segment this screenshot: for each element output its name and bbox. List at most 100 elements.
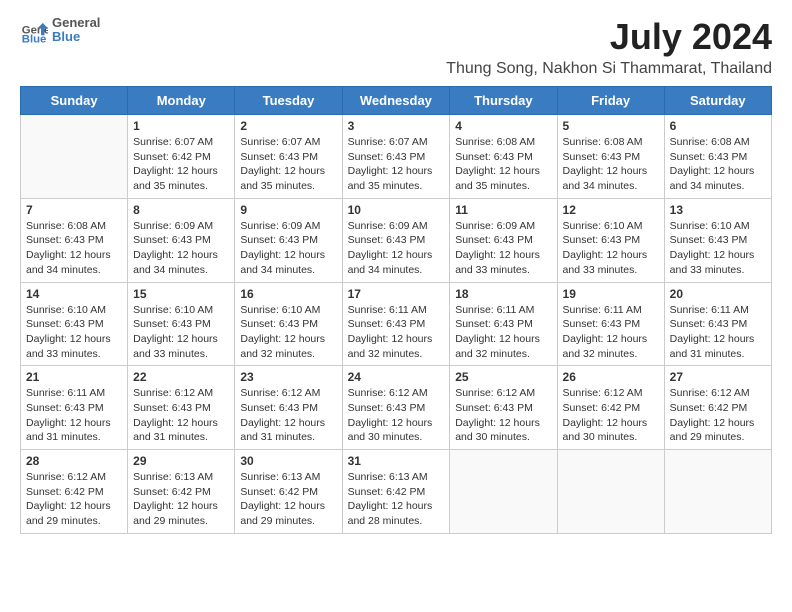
day-number: 3 bbox=[348, 119, 445, 133]
calendar-cell: 16Sunrise: 6:10 AMSunset: 6:43 PMDayligh… bbox=[235, 282, 342, 366]
day-info: Sunrise: 6:10 AMSunset: 6:43 PMDaylight:… bbox=[563, 219, 659, 278]
calendar-cell: 17 Sunrise: 6:11 AMSunset: 6:43 PMDayligh… bbox=[342, 282, 450, 366]
calendar-cell: 29 Sunrise: 6:13 AMSunset: 6:42 PMDayligh… bbox=[128, 450, 235, 534]
day-number: 23 bbox=[240, 370, 336, 384]
calendar-week-row: 14Sunrise: 6:10 AMSunset: 6:43 PMDayligh… bbox=[21, 282, 772, 366]
calendar-cell: 19 Sunrise: 6:11 AMSunset: 6:43 PMDayligh… bbox=[557, 282, 664, 366]
day-number: 2 bbox=[240, 119, 336, 133]
day-number: 13 bbox=[670, 203, 766, 217]
day-info: Sunrise: 6:12 AMSunset: 6:43 PMDaylight:… bbox=[133, 386, 229, 445]
calendar-cell: 18 Sunrise: 6:11 AMSunset: 6:43 PMDayligh… bbox=[450, 282, 557, 366]
day-number: 24 bbox=[348, 370, 445, 384]
weekday-header: Tuesday bbox=[235, 87, 342, 115]
day-info: Sunrise: 6:10 AMSunset: 6:43 PMDaylight:… bbox=[670, 219, 766, 278]
day-number: 29 bbox=[133, 454, 229, 468]
day-info: Sunrise: 6:11 AMSunset: 6:43 PMDaylight:… bbox=[563, 303, 659, 362]
calendar-cell: 21 Sunrise: 6:11 AMSunset: 6:43 PMDayligh… bbox=[21, 366, 128, 450]
day-number: 17 bbox=[348, 287, 445, 301]
logo-line1: General bbox=[52, 16, 100, 30]
day-info: Sunrise: 6:09 AMSunset: 6:43 PMDaylight:… bbox=[240, 219, 336, 278]
calendar-cell: 24Sunrise: 6:12 AMSunset: 6:43 PMDayligh… bbox=[342, 366, 450, 450]
calendar-cell: 31Sunrise: 6:13 AMSunset: 6:42 PMDayligh… bbox=[342, 450, 450, 534]
day-info: Sunrise: 6:12 AMSunset: 6:42 PMDaylight:… bbox=[26, 470, 122, 529]
day-info: Sunrise: 6:07 AMSunset: 6:42 PMDaylight:… bbox=[133, 135, 229, 194]
calendar-cell: 25Sunrise: 6:12 AMSunset: 6:43 PMDayligh… bbox=[450, 366, 557, 450]
calendar-cell: 8Sunrise: 6:09 AMSunset: 6:43 PMDaylight… bbox=[128, 198, 235, 282]
day-info: Sunrise: 6:13 AMSunset: 6:42 PMDaylight:… bbox=[348, 470, 445, 529]
day-number: 18 bbox=[455, 287, 551, 301]
calendar-cell: 6Sunrise: 6:08 AMSunset: 6:43 PMDaylight… bbox=[664, 115, 771, 199]
calendar-cell: 14Sunrise: 6:10 AMSunset: 6:43 PMDayligh… bbox=[21, 282, 128, 366]
day-number: 28 bbox=[26, 454, 122, 468]
calendar-cell: 9 Sunrise: 6:09 AMSunset: 6:43 PMDaylight… bbox=[235, 198, 342, 282]
day-info: Sunrise: 6:11 AMSunset: 6:43 PMDaylight:… bbox=[670, 303, 766, 362]
day-number: 22 bbox=[133, 370, 229, 384]
calendar-week-row: 1 Sunrise: 6:07 AMSunset: 6:42 PMDaylight… bbox=[21, 115, 772, 199]
day-info: Sunrise: 6:11 AMSunset: 6:43 PMDaylight:… bbox=[26, 386, 122, 445]
calendar-cell: 27 Sunrise: 6:12 AMSunset: 6:42 PMDayligh… bbox=[664, 366, 771, 450]
day-info: Sunrise: 6:07 AMSunset: 6:43 PMDaylight:… bbox=[240, 135, 336, 194]
day-info: Sunrise: 6:11 AMSunset: 6:43 PMDaylight:… bbox=[348, 303, 445, 362]
subtitle: Thung Song, Nakhon Si Thammarat, Thailan… bbox=[446, 60, 772, 78]
logo-icon: General Blue bbox=[20, 16, 48, 44]
day-number: 7 bbox=[26, 203, 122, 217]
calendar-cell bbox=[664, 450, 771, 534]
day-number: 6 bbox=[670, 119, 766, 133]
calendar-cell: 15 Sunrise: 6:10 AMSunset: 6:43 PMDayligh… bbox=[128, 282, 235, 366]
day-number: 20 bbox=[670, 287, 766, 301]
calendar-week-row: 21 Sunrise: 6:11 AMSunset: 6:43 PMDayligh… bbox=[21, 366, 772, 450]
day-number: 4 bbox=[455, 119, 551, 133]
day-number: 25 bbox=[455, 370, 551, 384]
calendar-cell: 3 Sunrise: 6:07 AMSunset: 6:43 PMDaylight… bbox=[342, 115, 450, 199]
day-number: 26 bbox=[563, 370, 659, 384]
day-info: Sunrise: 6:13 AMSunset: 6:42 PMDaylight:… bbox=[240, 470, 336, 529]
logo-line2: Blue bbox=[52, 30, 100, 44]
title-block: July 2024 Thung Song, Nakhon Si Thammara… bbox=[446, 16, 772, 78]
calendar-cell bbox=[21, 115, 128, 199]
day-info: Sunrise: 6:08 AMSunset: 6:43 PMDaylight:… bbox=[563, 135, 659, 194]
weekday-header: Friday bbox=[557, 87, 664, 115]
day-number: 1 bbox=[133, 119, 229, 133]
day-info: Sunrise: 6:10 AMSunset: 6:43 PMDaylight:… bbox=[240, 303, 336, 362]
day-info: Sunrise: 6:08 AMSunset: 6:43 PMDaylight:… bbox=[26, 219, 122, 278]
day-info: Sunrise: 6:11 AMSunset: 6:43 PMDaylight:… bbox=[455, 303, 551, 362]
calendar-cell: 22 Sunrise: 6:12 AMSunset: 6:43 PMDayligh… bbox=[128, 366, 235, 450]
calendar-cell: 12 Sunrise: 6:10 AMSunset: 6:43 PMDayligh… bbox=[557, 198, 664, 282]
day-number: 9 bbox=[240, 203, 336, 217]
calendar-cell: 30Sunrise: 6:13 AMSunset: 6:42 PMDayligh… bbox=[235, 450, 342, 534]
weekday-header: Monday bbox=[128, 87, 235, 115]
calendar-cell: 7 Sunrise: 6:08 AMSunset: 6:43 PMDaylight… bbox=[21, 198, 128, 282]
day-info: Sunrise: 6:07 AMSunset: 6:43 PMDaylight:… bbox=[348, 135, 445, 194]
day-number: 5 bbox=[563, 119, 659, 133]
logo: General Blue General Blue bbox=[20, 16, 100, 45]
calendar-cell: 20 Sunrise: 6:11 AMSunset: 6:43 PMDayligh… bbox=[664, 282, 771, 366]
day-number: 11 bbox=[455, 203, 551, 217]
main-title: July 2024 bbox=[446, 16, 772, 58]
day-number: 19 bbox=[563, 287, 659, 301]
calendar-table: SundayMondayTuesdayWednesdayThursdayFrid… bbox=[20, 86, 772, 534]
calendar-cell: 5 Sunrise: 6:08 AMSunset: 6:43 PMDaylight… bbox=[557, 115, 664, 199]
weekday-header: Thursday bbox=[450, 87, 557, 115]
day-info: Sunrise: 6:12 AMSunset: 6:42 PMDaylight:… bbox=[670, 386, 766, 445]
weekday-header: Saturday bbox=[664, 87, 771, 115]
calendar-week-row: 28 Sunrise: 6:12 AMSunset: 6:42 PMDayligh… bbox=[21, 450, 772, 534]
day-number: 12 bbox=[563, 203, 659, 217]
day-info: Sunrise: 6:12 AMSunset: 6:43 PMDaylight:… bbox=[240, 386, 336, 445]
calendar-cell: 11Sunrise: 6:09 AMSunset: 6:43 PMDayligh… bbox=[450, 198, 557, 282]
day-number: 27 bbox=[670, 370, 766, 384]
weekday-header: Wednesday bbox=[342, 87, 450, 115]
calendar-cell: 4Sunrise: 6:08 AMSunset: 6:43 PMDaylight… bbox=[450, 115, 557, 199]
calendar-cell: 10Sunrise: 6:09 AMSunset: 6:43 PMDayligh… bbox=[342, 198, 450, 282]
calendar-cell: 13 Sunrise: 6:10 AMSunset: 6:43 PMDayligh… bbox=[664, 198, 771, 282]
calendar-cell: 28 Sunrise: 6:12 AMSunset: 6:42 PMDayligh… bbox=[21, 450, 128, 534]
day-info: Sunrise: 6:10 AMSunset: 6:43 PMDaylight:… bbox=[26, 303, 122, 362]
day-number: 21 bbox=[26, 370, 122, 384]
day-info: Sunrise: 6:13 AMSunset: 6:42 PMDaylight:… bbox=[133, 470, 229, 529]
day-number: 10 bbox=[348, 203, 445, 217]
weekday-header: Sunday bbox=[21, 87, 128, 115]
day-info: Sunrise: 6:09 AMSunset: 6:43 PMDaylight:… bbox=[133, 219, 229, 278]
calendar-cell: 26Sunrise: 6:12 AMSunset: 6:42 PMDayligh… bbox=[557, 366, 664, 450]
day-number: 15 bbox=[133, 287, 229, 301]
calendar-cell bbox=[557, 450, 664, 534]
day-info: Sunrise: 6:10 AMSunset: 6:43 PMDaylight:… bbox=[133, 303, 229, 362]
